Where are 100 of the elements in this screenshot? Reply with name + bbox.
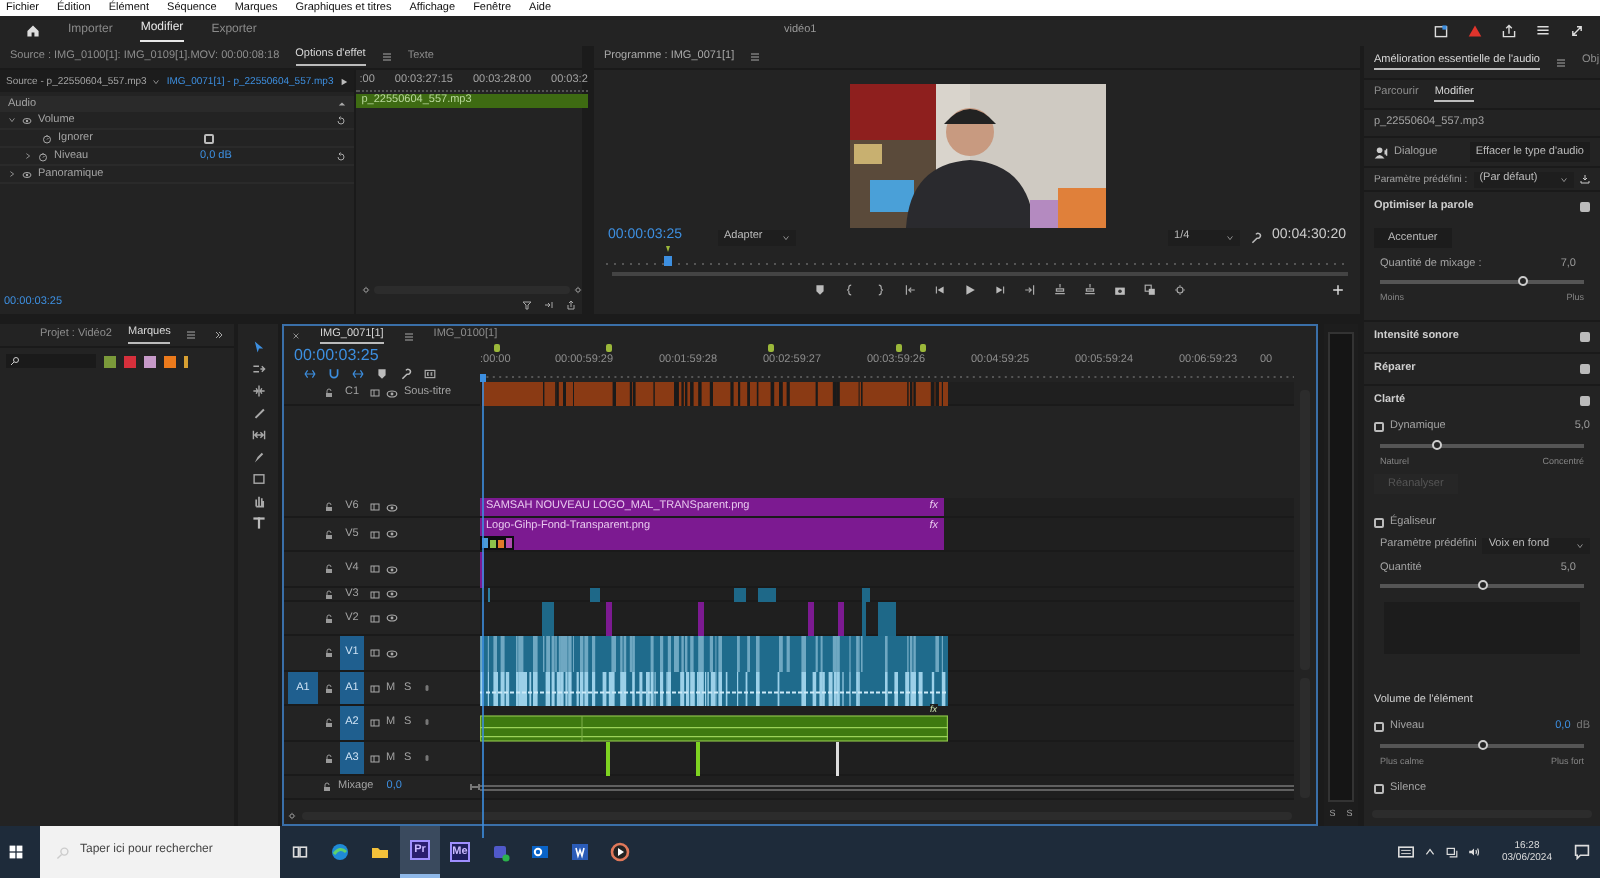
- share-icon[interactable]: [1502, 24, 1516, 38]
- lock-icon[interactable]: [324, 753, 334, 763]
- eye-icon[interactable]: [386, 647, 398, 659]
- start-icon[interactable]: [8, 844, 24, 860]
- lock-icon[interactable]: [324, 589, 334, 599]
- lock-icon[interactable]: [324, 613, 334, 623]
- filter-icon[interactable]: [521, 300, 532, 310]
- reset-icon[interactable]: [335, 115, 346, 125]
- collapse-icon[interactable]: [337, 100, 346, 108]
- sync-lock-icon[interactable]: [370, 529, 380, 539]
- save-preset-icon[interactable]: [1580, 174, 1590, 184]
- captions-icon[interactable]: [424, 368, 436, 380]
- marker-icon[interactable]: [896, 344, 902, 352]
- checkbox[interactable]: [1374, 518, 1384, 528]
- play-icon[interactable]: [964, 283, 976, 295]
- wrench-icon[interactable]: [1250, 231, 1263, 243]
- lock-icon[interactable]: [324, 683, 334, 693]
- color-swatch[interactable]: [144, 355, 156, 367]
- lock-icon[interactable]: [322, 782, 332, 792]
- lock-icon[interactable]: [324, 718, 334, 728]
- dialogue-icon[interactable]: [1374, 145, 1388, 159]
- marker-icon[interactable]: [920, 344, 926, 352]
- eye-icon[interactable]: [386, 563, 398, 575]
- settings-icon[interactable]: [400, 368, 412, 380]
- chevron-right-icon[interactable]: [24, 152, 32, 160]
- sync-lock-icon[interactable]: [370, 718, 380, 728]
- speaker-icon[interactable]: [1467, 846, 1480, 858]
- slip-icon[interactable]: [251, 428, 265, 442]
- sync-lock-icon[interactable]: [370, 753, 380, 763]
- color-swatch[interactable]: [124, 355, 136, 367]
- home-icon[interactable]: [26, 24, 40, 38]
- mark-out-icon[interactable]: [874, 283, 886, 295]
- checkbox[interactable]: [1374, 422, 1384, 432]
- type-tool-icon[interactable]: [251, 516, 265, 530]
- play-icon[interactable]: [339, 77, 348, 85]
- checkbox[interactable]: [1580, 396, 1590, 406]
- rectangle-icon[interactable]: [251, 472, 265, 486]
- compare-icon[interactable]: [1144, 283, 1156, 295]
- checkbox[interactable]: [1374, 722, 1384, 732]
- insert-icon[interactable]: [543, 300, 554, 310]
- scroll-handle-icon[interactable]: [288, 811, 296, 819]
- lock-icon[interactable]: [324, 388, 334, 398]
- scroll-handle-icon[interactable]: [361, 286, 370, 294]
- color-swatch[interactable]: [164, 355, 176, 367]
- sync-lock-icon[interactable]: [370, 502, 380, 512]
- camera-icon[interactable]: [1114, 283, 1126, 295]
- slider-thumb[interactable]: [1478, 580, 1488, 590]
- mark-in-icon[interactable]: [844, 283, 856, 295]
- warning-icon[interactable]: [1468, 24, 1482, 38]
- edge-icon[interactable]: [330, 842, 350, 862]
- track-select-icon[interactable]: [251, 362, 265, 376]
- lock-icon[interactable]: [324, 648, 334, 658]
- sync-lock-icon[interactable]: [370, 683, 380, 693]
- add-marker-icon[interactable]: [376, 368, 388, 380]
- fx-toggle-icon[interactable]: [22, 115, 32, 125]
- teams-icon[interactable]: [490, 842, 510, 862]
- eye-icon[interactable]: [386, 501, 398, 513]
- stopwatch-icon[interactable]: [42, 133, 52, 143]
- hand-icon[interactable]: [251, 494, 265, 508]
- selection-tool-icon[interactable]: [251, 340, 265, 354]
- settings-icon[interactable]: [1174, 283, 1186, 295]
- outlook-icon[interactable]: [530, 842, 550, 862]
- extract-icon[interactable]: [1084, 283, 1096, 295]
- slider-thumb[interactable]: [1431, 440, 1442, 450]
- lift-icon[interactable]: [1054, 283, 1066, 295]
- razor-icon[interactable]: [251, 406, 265, 420]
- chevron-up-icon[interactable]: [1423, 846, 1436, 858]
- sync-lock-icon[interactable]: [370, 589, 380, 599]
- eye-icon[interactable]: [386, 612, 398, 624]
- notification-icon[interactable]: [1574, 844, 1590, 860]
- marker-icon[interactable]: [814, 283, 826, 295]
- eye-icon[interactable]: [386, 588, 398, 600]
- search-field[interactable]: [6, 354, 96, 368]
- lock-icon[interactable]: [324, 502, 334, 512]
- fx-toggle-icon[interactable]: [22, 169, 32, 179]
- player-icon[interactable]: [610, 842, 630, 862]
- lock-icon[interactable]: [324, 529, 334, 539]
- chevron-down-icon[interactable]: [152, 77, 161, 85]
- color-swatch[interactable]: [104, 355, 116, 367]
- lock-icon[interactable]: [324, 564, 334, 574]
- step-back-icon[interactable]: [934, 283, 946, 295]
- word-icon[interactable]: [570, 842, 590, 862]
- chevron-down-icon[interactable]: [8, 116, 16, 124]
- more-panels-icon[interactable]: [214, 330, 224, 340]
- chevron-right-icon[interactable]: [8, 170, 16, 178]
- sync-lock-icon[interactable]: [370, 648, 380, 658]
- stopwatch-icon[interactable]: [38, 151, 48, 161]
- step-forward-icon[interactable]: [994, 283, 1006, 295]
- checkbox[interactable]: [1580, 364, 1590, 374]
- pen-icon[interactable]: [251, 450, 265, 464]
- scroll-handle-icon[interactable]: [573, 286, 582, 294]
- ripple-edit-icon[interactable]: [251, 384, 265, 398]
- go-to-in-icon[interactable]: [904, 283, 916, 295]
- marker-icon[interactable]: [606, 344, 612, 352]
- expand-icon[interactable]: [1570, 24, 1584, 38]
- keyboard-icon[interactable]: [1397, 844, 1414, 860]
- sync-lock-icon[interactable]: [370, 613, 380, 623]
- eye-icon[interactable]: [386, 387, 398, 399]
- fit-width-icon[interactable]: [470, 782, 480, 792]
- marker-icon[interactable]: [494, 344, 500, 352]
